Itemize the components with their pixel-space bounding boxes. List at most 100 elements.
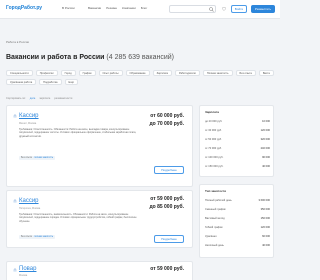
filter-chip[interactable]: Без опыта xyxy=(235,70,256,76)
sidebar-block-title: Зарплата xyxy=(205,110,219,114)
details-button[interactable]: Подробнее xyxy=(154,235,184,243)
search-input[interactable] xyxy=(169,5,216,13)
search-icon[interactable] xyxy=(209,7,214,12)
vacancy-tag-highlight: · полная занятость xyxy=(32,236,54,238)
breadcrumb[interactable]: Работа в России xyxy=(6,40,29,44)
page-title-main: Вакансии и работа в России xyxy=(6,54,105,61)
vacancy-card: Кассир Магнит, Москва Требования: Ответс… xyxy=(6,105,193,187)
main-nav: Вакансии Резюме Компании Блог xyxy=(88,6,147,10)
filter-chip[interactable]: График xyxy=(78,70,96,76)
vacancy-count: (4 285 639 вакансий) xyxy=(104,54,174,61)
sidebar-row[interactable]: от 100 000 руб. 90 000 xyxy=(205,156,270,159)
briefcase-icon xyxy=(13,199,17,203)
sidebar-row[interactable]: Удалённо 60 000 xyxy=(205,235,270,238)
sidebar-row-count: 120 000 xyxy=(260,226,270,229)
sidebar-row-label: Гибкий график xyxy=(205,226,223,229)
sidebar-row-count: 10 000 xyxy=(262,120,270,123)
briefcase-icon xyxy=(13,114,17,118)
login-button[interactable]: Войти xyxy=(231,5,247,13)
sidebar-block-title: Тип занятости xyxy=(205,189,227,193)
filter-bar: Специальности Профессии Город График Опы… xyxy=(6,70,274,85)
sidebar-row-label: Неполный день xyxy=(205,244,224,247)
sidebar-row-count: 150 000 xyxy=(260,217,270,220)
sidebar-row[interactable]: от 50 000 руб. 320 000 xyxy=(205,138,270,141)
sidebar-row-label: Полный рабочий день xyxy=(205,199,232,202)
filter-chip[interactable]: Вахта xyxy=(258,70,274,76)
vacancy-title[interactable]: Кассир xyxy=(19,113,39,119)
heart-icon[interactable] xyxy=(222,7,226,11)
sidebar-row-label: Сменный график xyxy=(205,208,226,211)
vacancy-tag: Без опыта · полная занятость xyxy=(19,235,56,239)
sidebar-salary-block: Зарплата до 20 000 руб. 10 000 от 30 000 … xyxy=(199,105,274,177)
sort-row: Сортировать по: дате зарплате релевантно… xyxy=(6,97,72,100)
sort-option-date[interactable]: дате xyxy=(30,97,36,100)
briefcase-icon xyxy=(13,268,17,272)
filter-chip[interactable]: Профессии xyxy=(35,70,58,76)
filter-chip[interactable]: Опыт работы xyxy=(98,70,123,76)
filter-chip[interactable]: Образование xyxy=(125,70,150,76)
sidebar-row[interactable]: Сменный график 350 000 xyxy=(205,208,270,211)
sidebar-row-count: 90 000 xyxy=(262,156,270,159)
salary-to: до 70 000 руб. xyxy=(149,121,184,127)
sidebar-row-count: 3 600 000 xyxy=(258,199,270,202)
sidebar-row[interactable]: Неполный день 40 000 xyxy=(205,244,270,247)
filter-chip[interactable]: Подработка xyxy=(39,79,62,85)
sidebar-row[interactable]: от 150 000 руб. 40 000 xyxy=(205,165,270,168)
sidebar-row-label: от 70 000 руб. xyxy=(205,147,222,150)
vacancy-location: Пятёрочка, Москва xyxy=(19,207,41,210)
vacancy-tag-label: Без опыта xyxy=(21,157,32,159)
nav-item-blog[interactable]: Блог xyxy=(141,6,147,10)
vacancy-card: Повар Москва от 59 000 руб. xyxy=(6,261,193,280)
sidebar-row-count: 60 000 xyxy=(262,235,270,238)
nav-item-vacancies[interactable]: Вакансии xyxy=(88,6,101,10)
top-bar: ГородРабот.ру В России Вакансии Резюме К… xyxy=(0,0,280,19)
salary-from: от 60 000 руб. xyxy=(150,113,184,119)
sidebar-row-label: Вахтовый метод xyxy=(205,217,225,220)
sort-option-salary[interactable]: зарплате xyxy=(39,97,50,100)
sidebar-row[interactable]: до 20 000 руб. 10 000 xyxy=(205,120,270,123)
vacancy-description: Требования: Ответственность. Обязанности… xyxy=(19,128,137,138)
sidebar-row-label: от 150 000 руб. xyxy=(205,165,224,168)
nav-item-companies[interactable]: Компании xyxy=(122,6,136,10)
sidebar-row[interactable]: от 30 000 руб. 120 000 xyxy=(205,129,270,132)
sidebar-row[interactable]: Вахтовый метод 150 000 xyxy=(205,217,270,220)
filter-chip[interactable]: Зарплата xyxy=(152,70,172,76)
sort-label: Сортировать по: xyxy=(6,97,26,100)
filter-chip[interactable]: Работодатели xyxy=(174,70,200,76)
filter-chip[interactable]: Полная занятость xyxy=(202,70,233,76)
vacancy-location: Москва xyxy=(19,274,28,277)
vacancy-card: Кассир Пятёрочка, Москва Требования: Отв… xyxy=(6,190,193,248)
sidebar-row-count: 120 000 xyxy=(260,129,270,132)
vacancy-tag: Без опыта · полная занятость xyxy=(19,156,56,160)
vacancy-tag-highlight: · полная занятость xyxy=(32,157,54,159)
sidebar-employment-block: Тип занятости Полный рабочий день 3 600 0… xyxy=(199,184,274,258)
sort-option-relevance[interactable]: релевантности xyxy=(54,97,72,100)
sidebar-row-label: от 50 000 руб. xyxy=(205,138,222,141)
sidebar-row-count: 40 000 xyxy=(262,165,270,168)
sidebar-row-count: 350 000 xyxy=(260,208,270,211)
sidebar-row-count: 40 000 xyxy=(262,244,270,247)
sidebar-row-label: до 20 000 руб. xyxy=(205,120,223,123)
vacancy-title[interactable]: Повар xyxy=(19,266,36,272)
salary-from: от 59 000 руб. xyxy=(150,196,184,202)
vacancy-title[interactable]: Кассир xyxy=(19,198,39,204)
sidebar-row-label: Удалённо xyxy=(205,235,217,238)
post-vacancy-button[interactable]: Разместить xyxy=(251,5,275,13)
sidebar-row[interactable]: Гибкий график 120 000 xyxy=(205,226,270,229)
region-selector[interactable]: В России xyxy=(62,6,75,10)
salary-from: от 59 000 руб. xyxy=(150,266,184,272)
filter-chip[interactable]: Ещё xyxy=(64,79,78,85)
page-title: Вакансии и работа в России (4 285 639 ва… xyxy=(6,54,174,61)
sidebar-row[interactable]: от 70 000 руб. 240 000 xyxy=(205,147,270,150)
filter-chip[interactable]: Специальности xyxy=(6,70,33,76)
filter-chip[interactable]: Город xyxy=(60,70,76,76)
vacancy-location: Магнит, Москва xyxy=(19,122,37,125)
nav-item-resume[interactable]: Резюме xyxy=(106,6,117,10)
filter-chip[interactable]: Удалённая работа xyxy=(6,79,37,85)
salary-to: до 85 000 руб. xyxy=(149,204,184,210)
sidebar-row-count: 240 000 xyxy=(260,147,270,150)
sidebar-row-label: от 100 000 руб. xyxy=(205,156,224,159)
details-button[interactable]: Подробнее xyxy=(154,166,184,174)
site-logo[interactable]: ГородРабот.ру xyxy=(6,5,42,11)
sidebar-row[interactable]: Полный рабочий день 3 600 000 xyxy=(205,199,270,202)
